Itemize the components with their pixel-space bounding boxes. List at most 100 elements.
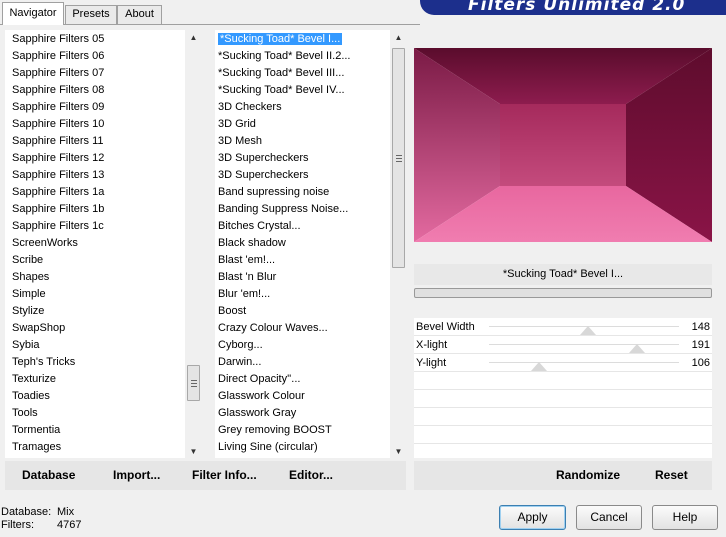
filter-scrollbar[interactable]: ▲ ▼	[391, 30, 406, 458]
list-item-label: Blast 'n Blur	[218, 271, 277, 283]
param-label: Bevel Width	[416, 321, 475, 333]
list-item-label: Blur 'em!...	[218, 288, 271, 300]
list-item-label: Living Sine (circular)	[218, 441, 318, 453]
randomize-button[interactable]: Randomize	[556, 461, 620, 490]
filter-item[interactable]: Banding Suppress Noise...	[218, 201, 348, 218]
tab-navigator[interactable]: Navigator	[2, 2, 64, 25]
filter-item[interactable]: Glasswork Gray	[218, 405, 296, 422]
param-value: 148	[691, 321, 710, 333]
list-item-label: Sapphire Filters 08	[12, 84, 105, 96]
filter-item[interactable]: Glasswork Colour	[218, 388, 305, 405]
database-button[interactable]: Database	[22, 461, 75, 490]
tab-about[interactable]: About	[117, 5, 162, 24]
filter-item[interactable]: Crazy Colour Waves...	[218, 320, 328, 337]
filter-item[interactable]: 3D Checkers	[218, 99, 282, 116]
category-item[interactable]: Tramages	[12, 439, 61, 456]
category-list[interactable]: Sapphire Filters 05 Sapphire Filters 06 Sa…	[5, 30, 185, 458]
tab-presets[interactable]: Presets	[65, 5, 117, 24]
cancel-button[interactable]: Cancel	[576, 505, 642, 530]
filter-item[interactable]: *Sucking Toad* Bevel IV...	[218, 82, 345, 99]
category-scroll-thumb[interactable]	[187, 365, 200, 401]
tab-bar: Navigator Presets About	[0, 0, 420, 26]
category-item[interactable]: Tools	[12, 405, 38, 422]
category-item[interactable]: Texturize	[12, 371, 56, 388]
scroll-up-icon[interactable]: ▲	[391, 30, 406, 44]
filter-item[interactable]: Black shadow	[218, 235, 286, 252]
category-item[interactable]: Sapphire Filters 1c	[12, 218, 104, 235]
filter-item[interactable]: 3D Supercheckers	[218, 150, 309, 167]
list-item-label: *Sucking Toad* Bevel III...	[218, 67, 345, 79]
filter-item[interactable]: Blast 'em!...	[218, 252, 275, 269]
category-item[interactable]: Sapphire Filters 05	[12, 31, 104, 48]
parameter-toolbar: Randomize Reset	[414, 461, 712, 490]
apply-button[interactable]: Apply	[499, 505, 566, 530]
list-item-label: Sapphire Filters 1a	[12, 186, 105, 198]
slider-track[interactable]	[489, 362, 679, 363]
scroll-down-icon[interactable]: ▼	[186, 444, 201, 458]
filter-item[interactable]: Blast 'n Blur	[218, 269, 276, 286]
filter-item[interactable]: *Sucking Toad* Bevel III...	[218, 65, 344, 82]
slider-track[interactable]	[489, 344, 679, 345]
category-item[interactable]: Tormentia	[12, 422, 60, 439]
category-item[interactable]: Teph's Tricks	[12, 354, 75, 371]
filter-item[interactable]: Band supressing noise	[218, 184, 329, 201]
category-item[interactable]: Sapphire Filters 10	[12, 116, 104, 133]
filter-item[interactable]: Bitches Crystal...	[218, 218, 301, 235]
param-row-bevel-width[interactable]: Bevel Width 148	[414, 318, 712, 336]
category-item[interactable]: Sapphire Filters 13	[12, 167, 104, 184]
category-item[interactable]: Sapphire Filters 12	[12, 150, 104, 167]
slider-thumb[interactable]	[580, 326, 596, 335]
category-item[interactable]: Sapphire Filters 09	[12, 99, 104, 116]
filter-item[interactable]: Living Sine (circular)	[218, 439, 318, 456]
category-scrollbar[interactable]: ▲ ▼	[186, 30, 201, 458]
editor-button[interactable]: Editor...	[289, 461, 333, 490]
list-item-label: ScreenWorks	[12, 237, 78, 249]
filter-item[interactable]: *Sucking Toad* Bevel II.2...	[218, 48, 351, 65]
category-item[interactable]: Scribe	[12, 252, 43, 269]
category-item[interactable]: Sapphire Filters 11	[12, 133, 104, 150]
import-button[interactable]: Import...	[113, 461, 160, 490]
filter-item[interactable]: 3D Grid	[218, 116, 256, 133]
filter-list[interactable]: *Sucking Toad* Bevel I... *Sucking Toad* …	[215, 30, 390, 458]
param-divider	[414, 407, 712, 408]
list-item-label: Texturize	[12, 373, 57, 385]
slider-thumb[interactable]	[629, 344, 645, 353]
filter-scroll-thumb[interactable]	[392, 48, 405, 268]
list-item-label: Scribe	[12, 254, 44, 266]
filter-item[interactable]: Grey removing BOOST	[218, 422, 332, 439]
filter-item[interactable]: *Sucking Toad* Bevel I...	[216, 31, 344, 48]
category-item[interactable]: Simple	[12, 286, 46, 303]
category-item[interactable]: Shapes	[12, 269, 49, 286]
bevel-preview-icon	[414, 48, 712, 242]
list-item-label: Darwin...	[218, 356, 262, 368]
category-item[interactable]: Toadies	[12, 388, 50, 405]
param-row-y-light[interactable]: Y-light 106	[414, 354, 712, 372]
reset-button[interactable]: Reset	[655, 461, 688, 490]
category-item[interactable]: Sapphire Filters 07	[12, 65, 104, 82]
filter-item[interactable]: Blur 'em!...	[218, 286, 270, 303]
category-item[interactable]: Stylize	[12, 303, 44, 320]
scroll-down-icon[interactable]: ▼	[391, 444, 406, 458]
category-item[interactable]: Sybia	[12, 337, 40, 354]
filter-item[interactable]: 3D Mesh	[218, 133, 262, 150]
category-item[interactable]: Sapphire Filters 06	[12, 48, 104, 65]
list-item-label: *Sucking Toad* Bevel II.2...	[218, 50, 351, 62]
category-item[interactable]: Sapphire Filters 08	[12, 82, 104, 99]
status-filters-value: 4767	[57, 519, 82, 531]
product-title: Filters Unlimited 2.0	[468, 0, 686, 15]
filter-item[interactable]: 3D Supercheckers	[218, 167, 309, 184]
slider-thumb[interactable]	[531, 362, 547, 371]
filter-info-button[interactable]: Filter Info...	[192, 461, 257, 490]
filter-item[interactable]: Direct Opacity''...	[218, 371, 300, 388]
list-item-label: *Sucking Toad* Bevel I...	[216, 32, 344, 46]
filter-item[interactable]: Darwin...	[218, 354, 261, 371]
category-item[interactable]: SwapShop	[12, 320, 65, 337]
filter-item[interactable]: Boost	[218, 303, 246, 320]
category-item[interactable]: Sapphire Filters 1b	[12, 201, 104, 218]
category-item[interactable]: Sapphire Filters 1a	[12, 184, 104, 201]
help-button[interactable]: Help	[652, 505, 718, 530]
scroll-up-icon[interactable]: ▲	[186, 30, 201, 44]
category-item[interactable]: ScreenWorks	[12, 235, 78, 252]
param-row-x-light[interactable]: X-light 191	[414, 336, 712, 354]
filter-item[interactable]: Cyborg...	[218, 337, 263, 354]
